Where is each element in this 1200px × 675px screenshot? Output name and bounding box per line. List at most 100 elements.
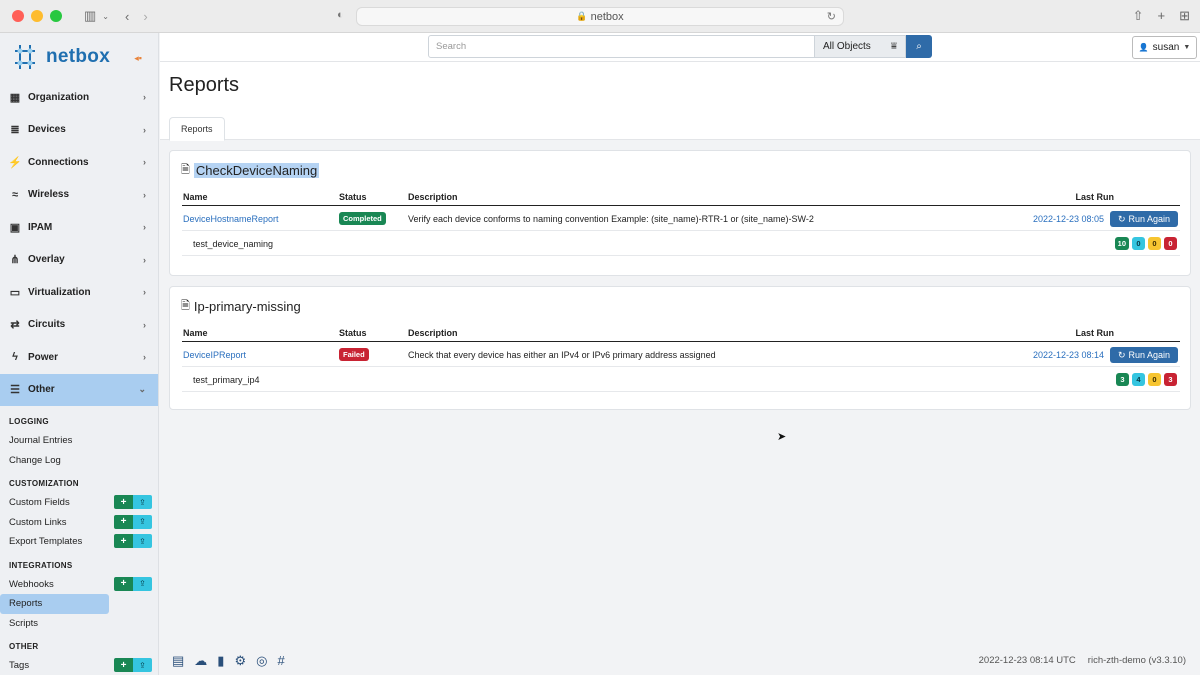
- sidebar-toggle-icon[interactable]: ▥: [84, 8, 96, 24]
- add-button[interactable]: +: [114, 658, 133, 672]
- run-again-button[interactable]: ↻ Run Again: [1110, 347, 1178, 363]
- gear-icon[interactable]: ⚙: [234, 653, 246, 669]
- building-icon: ▦: [9, 91, 21, 104]
- minimize-window-button[interactable]: [31, 10, 43, 22]
- user-icon: 👤: [1138, 43, 1149, 52]
- last-run-link[interactable]: 2022-12-23 08:14: [1033, 343, 1104, 366]
- sidebar-link-change-log[interactable]: Change Log: [0, 451, 158, 471]
- test-row: test_primary_ip4 3 4 0 3: [182, 368, 1180, 392]
- sidebar-item-label: Virtualization: [28, 286, 91, 298]
- object-type-value: All Objects: [823, 41, 871, 52]
- sidebar-item-ipam[interactable]: ▣ IPAM ›: [0, 211, 158, 244]
- sidebar-link-reports[interactable]: Reports: [0, 594, 109, 614]
- info-count-badge: 0: [1132, 237, 1145, 250]
- collapse-sidebar-icon[interactable]: ◂▪: [134, 53, 142, 64]
- cloud-icon[interactable]: ☁: [194, 653, 207, 669]
- address-bar[interactable]: 🔒 netbox ↻: [356, 7, 844, 26]
- sidebar-item-other[interactable]: ☰ Other ⌄: [0, 373, 158, 406]
- add-button[interactable]: +: [114, 514, 133, 529]
- add-button[interactable]: +: [114, 534, 133, 548]
- reload-icon[interactable]: ↻: [827, 10, 836, 23]
- sidebar-link-export-templates[interactable]: Export Templates + ⇪: [0, 532, 158, 552]
- sidebar-item-label: Circuits: [28, 319, 66, 331]
- user-name: susan: [1152, 42, 1180, 53]
- sidebar-link-label: Change Log: [9, 454, 61, 466]
- github-icon[interactable]: ◎: [256, 653, 267, 669]
- tab-overview-icon[interactable]: ⊞: [1179, 8, 1190, 24]
- warning-count-badge: 0: [1148, 373, 1161, 386]
- chevron-right-icon: ›: [143, 222, 146, 233]
- sidebar-item-devices[interactable]: ≣ Devices ›: [0, 114, 158, 147]
- import-button[interactable]: ⇪: [133, 576, 152, 591]
- chevron-down-icon[interactable]: ⌄: [102, 12, 109, 21]
- chevron-right-icon: ›: [143, 287, 146, 298]
- add-button[interactable]: +: [114, 576, 133, 591]
- sidebar-link-custom-fields[interactable]: Custom Fields + ⇪: [0, 493, 158, 513]
- refresh-icon: ↻: [1117, 349, 1126, 360]
- sidebar-item-circuits[interactable]: ⇄ Circuits ›: [0, 309, 158, 342]
- header-name: Name: [183, 328, 208, 338]
- report-description: Check that every device has either an IP…: [408, 349, 716, 360]
- sidebar-item-virtualization[interactable]: ▭ Virtualization ›: [0, 276, 158, 309]
- object-type-select[interactable]: All Objects ⩸: [815, 35, 906, 58]
- search-input[interactable]: Search: [428, 35, 815, 58]
- chevron-right-icon: ›: [143, 189, 146, 200]
- share-icon[interactable]: ⇧: [1133, 8, 1144, 24]
- sidebar-link-tags[interactable]: Tags + ⇪: [0, 656, 158, 675]
- chevron-right-icon: ›: [143, 92, 146, 103]
- close-window-button[interactable]: [12, 10, 24, 22]
- sidebar-item-label: Organization: [28, 91, 90, 103]
- sidebar-link-journal-entries[interactable]: Journal Entries: [0, 431, 158, 451]
- page-title: Reports: [169, 74, 240, 96]
- run-again-button[interactable]: ↻ Run Again: [1110, 211, 1178, 227]
- report-name-link[interactable]: DeviceHostnameReport: [183, 207, 279, 230]
- forward-icon[interactable]: ›: [143, 9, 147, 24]
- sidebar-item-wireless[interactable]: ≈ Wireless ›: [0, 179, 158, 212]
- import-button[interactable]: ⇪: [133, 495, 152, 509]
- main-navigation: ▦ Organization › ≣ Devices › ⚡ Connections › ≈ Wir…: [0, 81, 158, 406]
- chevron-right-icon: ›: [143, 157, 146, 168]
- last-run-link[interactable]: 2022-12-23 08:05: [1033, 207, 1104, 230]
- status-cell: Completed: [339, 207, 386, 230]
- sidebar-item-overlay[interactable]: ⋔ Overlay ›: [0, 244, 158, 277]
- url-text: netbox: [590, 10, 624, 23]
- failure-count-badge: 0: [1164, 237, 1177, 250]
- page-header: Reports Reports: [160, 62, 1200, 141]
- sidebar-link-label: Reports: [9, 598, 43, 610]
- import-button[interactable]: ⇪: [133, 514, 152, 529]
- sidebar-link-custom-links[interactable]: Custom Links + ⇪: [0, 513, 158, 533]
- new-tab-icon[interactable]: +: [1158, 8, 1166, 24]
- tab-reports[interactable]: Reports: [169, 117, 225, 141]
- search-button[interactable]: ⌕: [906, 35, 932, 58]
- success-count-badge: 3: [1116, 373, 1129, 386]
- zoom-window-button[interactable]: [50, 10, 62, 22]
- book-icon[interactable]: ▮: [217, 653, 224, 669]
- report-card: 🗎 CheckDeviceNaming Name Status Description L…: [169, 150, 1191, 276]
- back-icon[interactable]: ‹: [125, 9, 129, 24]
- user-menu-button[interactable]: 👤 susan ▼: [1132, 36, 1197, 59]
- brand[interactable]: netbox ◂▪: [0, 33, 158, 81]
- bolt-icon: ϟ: [12, 351, 18, 364]
- sidebar-item-connections[interactable]: ⚡ Connections ›: [0, 146, 158, 179]
- warning-count-badge: 0: [1148, 237, 1161, 250]
- section-label: CUSTOMIZATION: [9, 479, 79, 488]
- table-header: Name Status Description Last Run: [182, 325, 1180, 342]
- add-button[interactable]: +: [114, 495, 133, 509]
- import-button[interactable]: ⇪: [133, 534, 152, 548]
- import-button[interactable]: ⇪: [133, 658, 152, 672]
- docs-icon[interactable]: ▤: [172, 653, 184, 669]
- sidebar-item-organization[interactable]: ▦ Organization ›: [0, 81, 158, 114]
- sidebar-item-label: Other: [28, 384, 55, 396]
- run-again-label: Run Again: [1128, 214, 1171, 224]
- slack-icon[interactable]: #: [277, 653, 284, 669]
- sidebar-link-scripts[interactable]: Scripts: [0, 614, 158, 634]
- sidebar-item-power[interactable]: ϟ Power ›: [0, 341, 158, 374]
- report-name-link[interactable]: DeviceIPReport: [183, 343, 246, 366]
- file-icon: 🗎: [181, 164, 190, 176]
- sidebar-link-label: Custom Links: [9, 516, 67, 528]
- file-icon: 🗎: [181, 300, 190, 312]
- sidebar-link-webhooks[interactable]: Webhooks + ⇪: [0, 575, 158, 595]
- privacy-shield-icon[interactable]: ◐: [337, 9, 344, 21]
- filter-icon: ⩸: [890, 41, 897, 52]
- window-controls: [12, 10, 62, 22]
